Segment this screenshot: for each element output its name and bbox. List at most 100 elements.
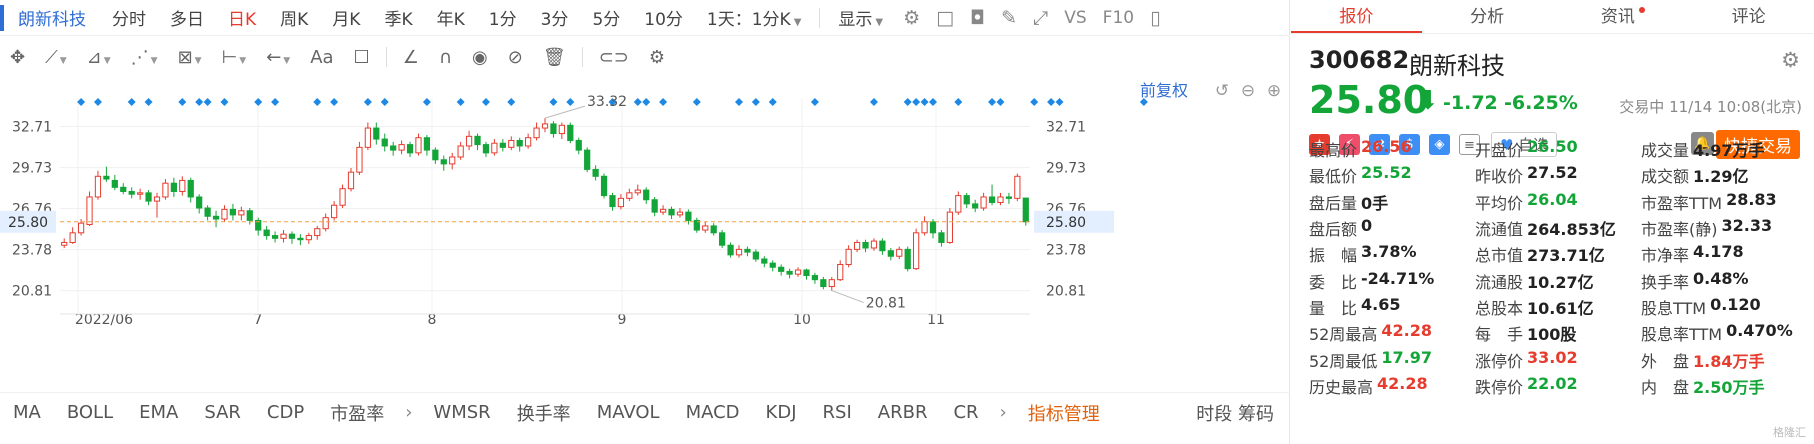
event-marker[interactable] bbox=[220, 98, 229, 106]
chevron-right-icon[interactable]: › bbox=[397, 402, 420, 423]
event-marker[interactable] bbox=[920, 98, 929, 106]
sidebar-toggle-icon[interactable]: ▯ bbox=[1142, 7, 1168, 29]
indicator-2[interactable]: EMA bbox=[126, 402, 191, 423]
indicator-0[interactable]: MA bbox=[0, 402, 54, 423]
indicator-7[interactable]: 换手率 bbox=[504, 400, 584, 426]
tab-comments[interactable]: 评论 bbox=[1683, 0, 1814, 33]
event-marker[interactable] bbox=[912, 98, 921, 106]
period-6[interactable]: 年K bbox=[425, 5, 477, 30]
eye-icon[interactable]: ◉ bbox=[462, 47, 498, 68]
text-tool-icon[interactable]: Aa bbox=[300, 47, 343, 68]
event-marker[interactable] bbox=[954, 98, 963, 106]
event-marker[interactable] bbox=[1030, 98, 1039, 106]
period-10[interactable]: 10分 bbox=[632, 5, 695, 30]
settings-icon[interactable]: ⚙ bbox=[1781, 48, 1800, 72]
event-marker[interactable] bbox=[93, 98, 102, 106]
event-marker[interactable] bbox=[1055, 98, 1064, 106]
arrow-tool-icon[interactable]: ← ▼ bbox=[256, 47, 300, 68]
range-select[interactable]: 1天：1分K ▼ bbox=[695, 5, 813, 30]
event-marker[interactable] bbox=[271, 98, 280, 106]
stock-name-tab[interactable]: 朗新科技 bbox=[18, 5, 86, 30]
event-marker[interactable] bbox=[380, 98, 389, 106]
event-marker[interactable] bbox=[751, 98, 760, 106]
zoom-out-icon[interactable]: ⊖ bbox=[1241, 81, 1255, 101]
indicator-10[interactable]: KDJ bbox=[753, 402, 810, 423]
event-marker[interactable] bbox=[988, 98, 997, 106]
event-marker[interactable] bbox=[330, 98, 339, 106]
event-marker[interactable] bbox=[1047, 98, 1056, 106]
event-marker[interactable] bbox=[869, 98, 878, 106]
zoom-in-icon[interactable]: ⊕ bbox=[1267, 81, 1281, 101]
period-2[interactable]: 日K bbox=[216, 5, 268, 30]
event-marker[interactable] bbox=[195, 98, 204, 106]
move-icon[interactable]: ✥ bbox=[0, 47, 35, 68]
period-0[interactable]: 分时 bbox=[100, 5, 158, 30]
event-marker[interactable] bbox=[127, 98, 136, 106]
camera-icon[interactable]: ◘ bbox=[962, 7, 993, 29]
indicator-manage-button[interactable]: 指标管理 bbox=[1015, 400, 1113, 426]
indicator-3[interactable]: SAR bbox=[191, 402, 254, 423]
event-marker[interactable] bbox=[903, 98, 912, 106]
link-icon[interactable]: ⊂⊃ bbox=[589, 47, 639, 68]
pen-icon[interactable]: ✎ bbox=[993, 7, 1025, 29]
event-marker[interactable] bbox=[996, 98, 1005, 106]
event-marker[interactable] bbox=[642, 98, 651, 106]
period-4[interactable]: 月K bbox=[320, 5, 372, 30]
period-chip-toggle[interactable]: 时段 筹码 bbox=[1196, 400, 1290, 426]
tab-analysis[interactable]: 分析 bbox=[1422, 0, 1553, 33]
event-marker[interactable] bbox=[735, 98, 743, 106]
trash-icon[interactable]: 🗑 bbox=[533, 47, 576, 68]
undo-icon[interactable]: ↺ bbox=[1215, 81, 1229, 101]
chevron-right-icon[interactable]: › bbox=[992, 402, 1015, 423]
hide-icon[interactable]: ⊘ bbox=[498, 47, 533, 68]
fullscreen-icon[interactable]: ⤢ bbox=[1025, 7, 1056, 29]
f10-button[interactable]: F10 bbox=[1095, 8, 1142, 28]
event-marker[interactable] bbox=[313, 98, 322, 106]
indicator-5[interactable]: 市盈率 bbox=[317, 400, 397, 426]
indicator-9[interactable]: MACD bbox=[673, 402, 753, 423]
period-1[interactable]: 多日 bbox=[158, 5, 216, 30]
period-7[interactable]: 1分 bbox=[477, 5, 529, 30]
event-marker[interactable] bbox=[768, 98, 777, 106]
event-marker[interactable] bbox=[659, 98, 668, 106]
wave-tool-icon[interactable]: ⋰ ▼ bbox=[121, 47, 168, 68]
indicator-6[interactable]: WMSR bbox=[420, 402, 503, 423]
channel-tool-icon[interactable]: ⊿ ▼ bbox=[77, 47, 121, 68]
event-marker[interactable] bbox=[549, 98, 558, 106]
event-marker[interactable] bbox=[456, 98, 465, 106]
period-3[interactable]: 周K bbox=[268, 5, 320, 30]
tab-news[interactable]: 资讯 bbox=[1553, 0, 1684, 33]
event-marker[interactable] bbox=[810, 98, 819, 106]
fibonacci-tool-icon[interactable]: ⊠ ▼ bbox=[168, 47, 212, 68]
indicator-1[interactable]: BOLL bbox=[54, 402, 126, 423]
period-5[interactable]: 季K bbox=[372, 5, 424, 30]
settings-icon[interactable]: ⚙ bbox=[895, 7, 928, 29]
event-marker[interactable] bbox=[363, 98, 372, 106]
indicator-8[interactable]: MAVOL bbox=[584, 402, 673, 423]
event-marker[interactable] bbox=[507, 98, 516, 106]
event-marker[interactable] bbox=[481, 98, 490, 106]
event-marker[interactable] bbox=[692, 98, 701, 106]
period-9[interactable]: 5分 bbox=[580, 5, 632, 30]
event-marker[interactable] bbox=[422, 98, 431, 106]
measure-tool-icon[interactable]: ⊢ ▼ bbox=[212, 47, 257, 68]
event-marker[interactable] bbox=[178, 98, 187, 106]
event-marker[interactable] bbox=[144, 98, 153, 106]
comment-tool-icon[interactable]: ☐ bbox=[344, 47, 380, 68]
event-marker[interactable] bbox=[254, 98, 263, 106]
indicator-12[interactable]: ARBR bbox=[865, 402, 941, 423]
adjust-button[interactable]: 前复权 bbox=[1140, 81, 1188, 100]
indicator-13[interactable]: CR bbox=[940, 402, 991, 423]
line-tool-icon[interactable]: ⟋ ▼ bbox=[35, 47, 77, 68]
settings-icon[interactable]: ⚙ bbox=[639, 47, 675, 68]
indicator-4[interactable]: CDP bbox=[254, 402, 317, 423]
display-menu[interactable]: 显示 ▼ bbox=[826, 5, 895, 30]
event-marker[interactable] bbox=[633, 98, 642, 106]
event-marker[interactable] bbox=[566, 98, 575, 106]
event-marker[interactable] bbox=[203, 98, 212, 106]
angle-tool-icon[interactable]: ∠ bbox=[393, 47, 429, 68]
magnet-icon[interactable]: ∩ bbox=[429, 47, 462, 68]
indicator-11[interactable]: RSI bbox=[810, 402, 865, 423]
period-8[interactable]: 3分 bbox=[529, 5, 581, 30]
layout-icon[interactable]: □ bbox=[928, 7, 962, 29]
